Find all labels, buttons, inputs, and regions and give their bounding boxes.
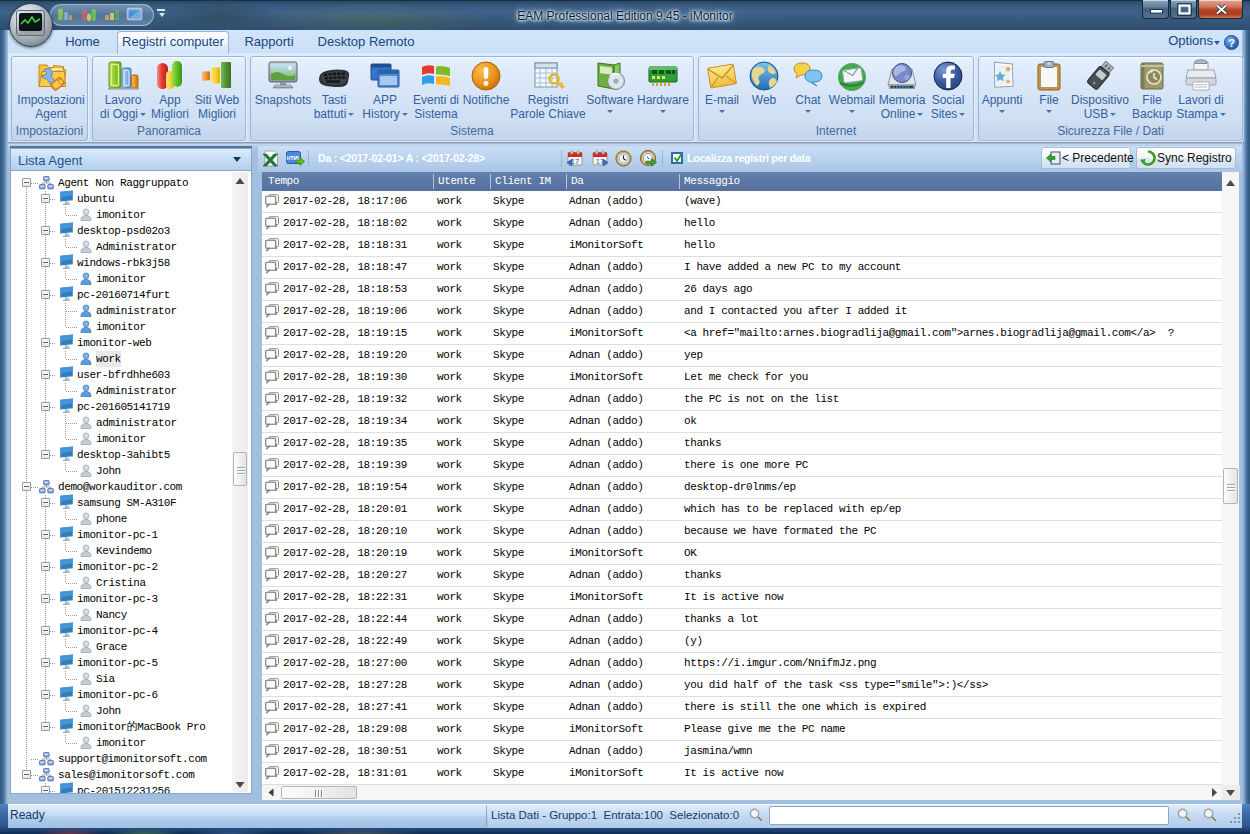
svg-text:HTML: HTML [287,155,301,161]
